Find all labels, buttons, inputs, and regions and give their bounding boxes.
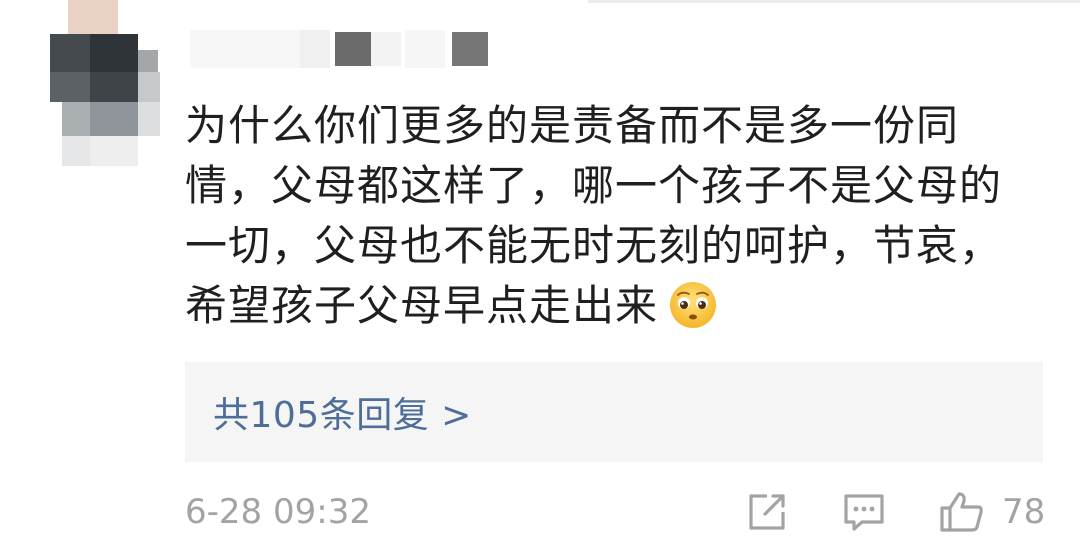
like-button[interactable]: [938, 488, 986, 536]
comment-body: 为什么你们更多的是责备而不是多一份同 情，父母都这样了，哪一个孩子不是父母的 一…: [185, 96, 1055, 336]
comment-line: 为什么你们更多的是责备而不是多一份同: [185, 101, 960, 150]
view-replies-button[interactable]: 共105条回复 >: [185, 362, 1043, 462]
comment-line: 情，父母都这样了，哪一个孩子不是父母的: [185, 161, 1003, 210]
replies-count-link[interactable]: 共105条回复 >: [213, 386, 472, 438]
avatar[interactable]: [40, 0, 165, 170]
comment-timestamp: 6-28 09:32: [185, 492, 371, 532]
comment-icon: [840, 488, 888, 536]
pleading-face-emoji: [668, 280, 718, 330]
username-redacted[interactable]: [190, 30, 550, 70]
thumbs-up-icon: [938, 488, 986, 536]
share-button[interactable]: [743, 488, 791, 536]
comment-line: 一切，父母也不能无时无刻的呵护，节哀，: [185, 221, 1003, 270]
share-icon: [743, 488, 791, 536]
comment-line-last: 希望孩子父母早点走出来: [185, 276, 1055, 336]
like-count: 78: [1002, 492, 1046, 532]
comment-line: 希望孩子父母早点走出来: [185, 281, 659, 330]
top-divider: [588, 0, 1080, 3]
reply-button[interactable]: [840, 488, 888, 536]
